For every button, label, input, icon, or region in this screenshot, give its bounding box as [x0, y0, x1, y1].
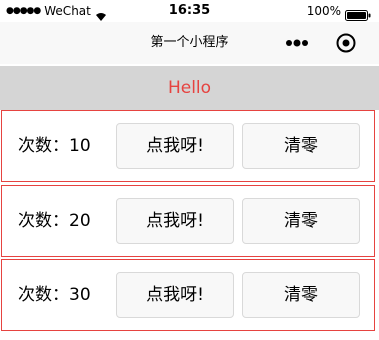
battery-percent: 100%: [306, 4, 341, 18]
counter-row: 次数：10 点我呀! 清零: [1, 110, 375, 182]
nav-capsule: [281, 30, 359, 56]
count-prefix: 次数：: [18, 285, 69, 305]
status-right: 100%: [307, 0, 371, 22]
click-me-button[interactable]: 点我呀!: [116, 198, 234, 244]
click-me-button[interactable]: 点我呀!: [116, 123, 234, 169]
status-bar: ●●●●● WeChat 16:35 100%: [0, 0, 379, 22]
counter-row: 次数：20 点我呀! 清零: [1, 185, 375, 257]
count-prefix: 次数：: [18, 136, 69, 156]
close-icon[interactable]: [333, 30, 359, 56]
count-label: 次数：10: [18, 111, 91, 181]
nav-bar: 第一个小程序: [0, 22, 379, 64]
count-value: 20: [69, 211, 91, 231]
count-value: 10: [69, 136, 91, 156]
battery-icon: [345, 6, 371, 21]
reset-button[interactable]: 清零: [242, 123, 360, 169]
reset-button[interactable]: 清零: [242, 272, 360, 318]
count-label: 次数：30: [18, 260, 91, 330]
count-label: 次数：20: [18, 186, 91, 256]
reset-button[interactable]: 清零: [242, 198, 360, 244]
counter-row: 次数：30 点我呀! 清零: [1, 259, 375, 331]
click-me-button[interactable]: 点我呀!: [116, 272, 234, 318]
more-icon[interactable]: [281, 30, 313, 56]
hello-banner: Hello: [0, 66, 379, 110]
count-prefix: 次数：: [18, 211, 69, 231]
count-value: 30: [69, 285, 91, 305]
